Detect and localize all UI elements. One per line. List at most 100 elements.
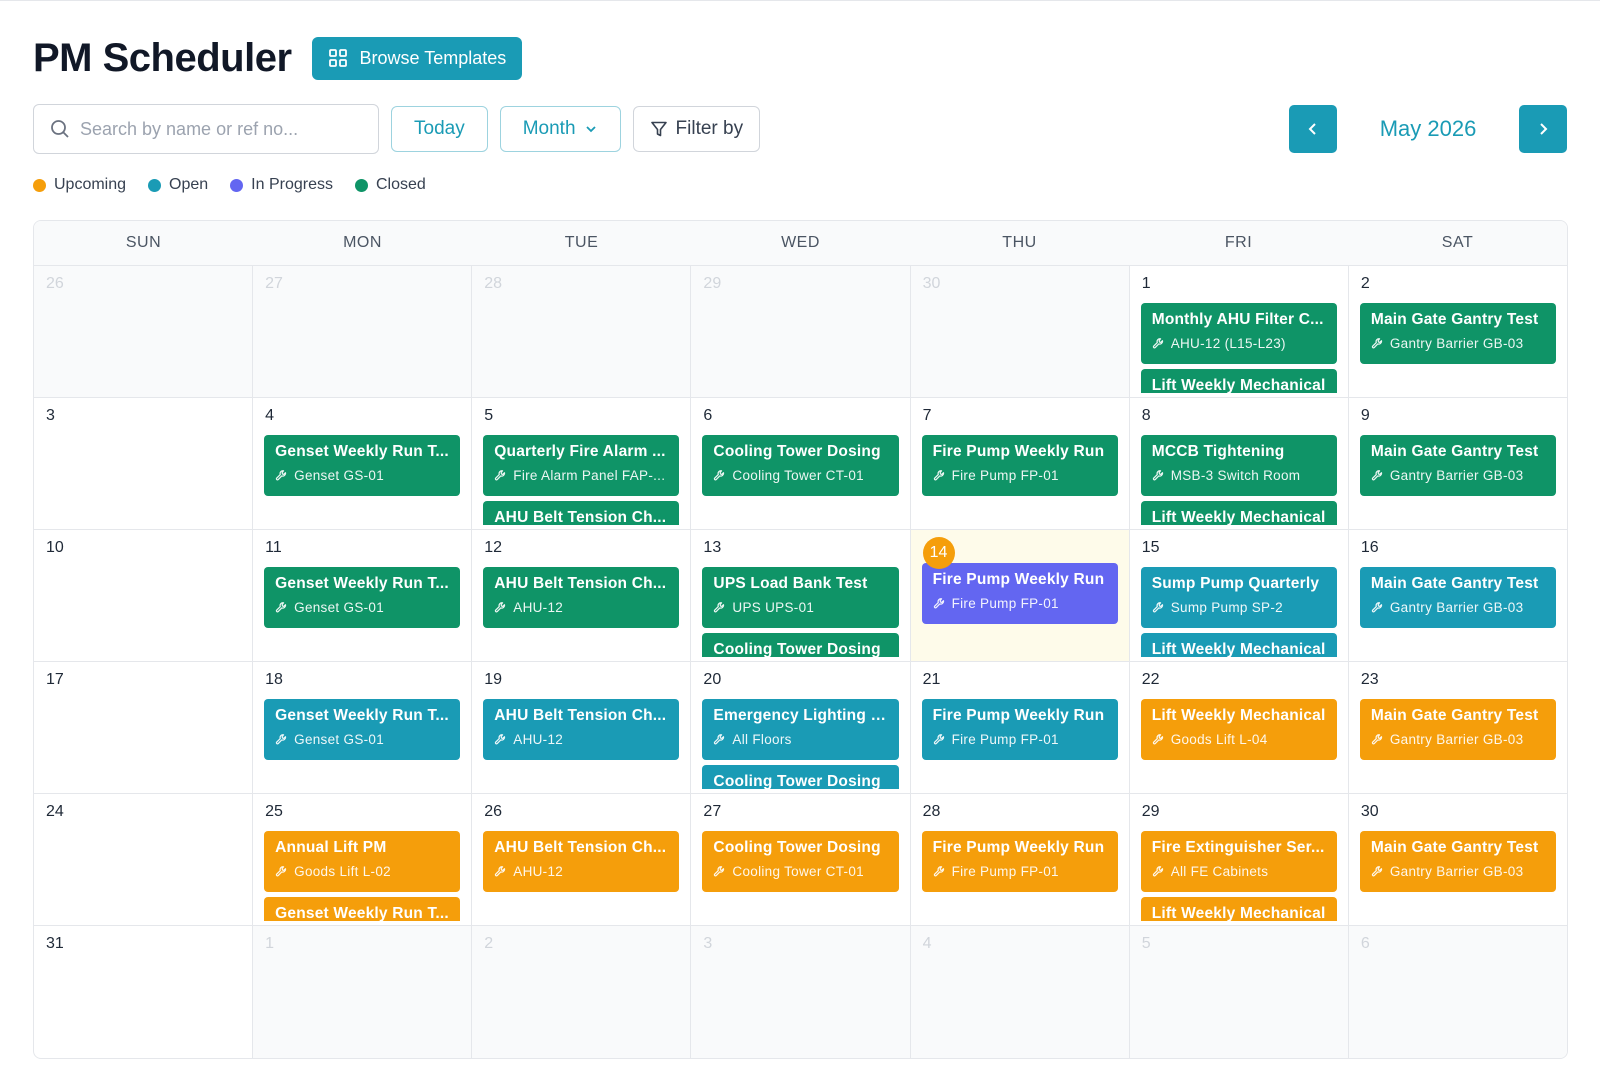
day-cell[interactable]: 22 Lift Weekly Mechanical Goods Lift L-04 [1130,662,1349,793]
event-card[interactable]: Genset Weekly Run T... [264,897,461,921]
day-cell[interactable]: 30 [910,266,1130,397]
event-asset: Goods Lift L-04 [1152,732,1326,747]
day-cell[interactable]: 2 Main Gate Gantry Test Gantry Barrier GB-… [1349,266,1567,397]
event-card[interactable]: Main Gate Gantry Test Gantry Barrier GB-0… [1359,435,1556,496]
day-cell[interactable]: 23 Main Gate Gantry Test Gantry Barrier GB… [1349,662,1567,793]
prev-month-button[interactable] [1289,105,1337,153]
event-card[interactable]: Lift Weekly Mechanical Goods Lift L-04 [1140,699,1337,760]
day-cell[interactable]: 4 Genset Weekly Run T... Genset GS-01 [253,398,473,529]
event-card[interactable]: Emergency Lighting T... All Floors [702,699,899,760]
wrench-icon [495,602,506,613]
event-asset-label: Gantry Barrier GB-03 [1389,600,1524,615]
day-number: 1 [1141,275,1151,292]
event-card[interactable]: Annual Lift PM Goods Lift L-02 [264,831,461,892]
event-asset: Gantry Barrier GB-03 [1371,600,1545,615]
event-asset-label: Genset GS-01 [294,468,385,483]
event-card[interactable]: Fire Extinguisher Ser... All FE Cabinets [1140,831,1337,892]
event-card[interactable]: Lift Weekly Mechanical [1140,501,1337,525]
day-cell[interactable]: 24 [34,794,254,925]
event-asset: Gantry Barrier GB-03 [1371,336,1545,351]
day-cell[interactable]: 8 MCCB Tightening MSB-3 Switch Room Lift We… [1130,398,1349,529]
event-card[interactable]: Main Gate Gantry Test Gantry Barrier GB-0… [1359,831,1556,892]
event-card[interactable]: Monthly AHU Filter C... AHU-12 (L15-L23) [1140,303,1337,364]
today-badge: 14 [922,537,955,569]
day-cell[interactable]: 26 [34,266,254,397]
search-input[interactable] [80,118,350,140]
day-cell[interactable]: 3 [691,926,911,1058]
day-cell[interactable]: 3 [34,398,254,529]
event-card[interactable]: Fire Pump Weekly Run Fire Pump FP-01 [921,435,1118,496]
day-cell[interactable]: 11 Genset Weekly Run T... Genset GS-01 [253,530,473,661]
day-cell[interactable]: 28 [472,266,692,397]
day-cell[interactable]: 5 Quarterly Fire Alarm ... Fire Alarm Pane… [472,398,692,529]
day-cell[interactable]: 28 Fire Pump Weekly Run Fire Pump FP-01 [911,794,1130,925]
day-cell[interactable]: 27 [253,266,473,397]
day-cell[interactable]: 26 AHU Belt Tension Ch... AHU-12 [472,794,692,925]
day-cell[interactable]: 19 AHU Belt Tension Ch... AHU-12 [472,662,692,793]
event-card[interactable]: MCCB Tightening MSB-3 Switch Room [1140,435,1337,496]
day-cell[interactable]: 13 UPS Load Bank Test UPS UPS-01 Cooling To… [691,530,911,661]
day-cell[interactable]: 1 [253,926,473,1058]
event-card[interactable]: Fire Pump Weekly Run Fire Pump FP-01 [921,831,1118,892]
day-cell[interactable]: 18 Genset Weekly Run T... Genset GS-01 [253,662,473,793]
day-cell[interactable]: 25 Annual Lift PM Goods Lift L-02 Genset We… [253,794,473,925]
event-card[interactable]: Fire Pump Weekly Run Fire Pump FP-01 [921,699,1118,760]
day-cell[interactable]: 30 Main Gate Gantry Test Gantry Barrier GB… [1349,794,1567,925]
event-title: Lift Weekly Mechanical [1151,641,1326,657]
event-title: Genset Weekly Run T... [275,575,449,592]
event-card[interactable]: Lift Weekly Mechanical [1140,369,1337,393]
event-card[interactable]: Main Gate Gantry Test Gantry Barrier GB-0… [1359,699,1556,760]
day-cell[interactable]: 20 Emergency Lighting T... All Floors Cooli… [691,662,911,793]
day-cell[interactable]: 29 Fire Extinguisher Ser... All FE Cabinet… [1130,794,1349,925]
day-cell[interactable]: 7 Fire Pump Weekly Run Fire Pump FP-01 [911,398,1130,529]
day-number: 27 [265,275,283,292]
event-card[interactable]: Genset Weekly Run T... Genset GS-01 [264,699,461,760]
event-card[interactable]: Quarterly Fire Alarm ... Fire Alarm Panel… [483,435,680,496]
event-card[interactable]: Main Gate Gantry Test Gantry Barrier GB-0… [1359,303,1556,364]
event-card[interactable]: Cooling Tower Dosing Cooling Tower CT-01 [702,435,899,496]
event-card[interactable]: Fire Pump Weekly Run Fire Pump FP-01 [921,563,1118,624]
day-cell[interactable]: 6 Cooling Tower Dosing Cooling Tower CT-01 [691,398,911,529]
day-cell[interactable]: 15 Sump Pump Quarterly Sump Pump SP-2 Lift … [1130,530,1349,661]
event-card[interactable]: AHU Belt Tension Ch... AHU-12 [483,831,680,892]
wrench-icon [714,734,725,745]
next-month-button[interactable] [1519,105,1567,153]
day-cell-today[interactable]: 14 Fire Pump Weekly Run Fire Pump FP-01 [910,530,1130,661]
event-card[interactable]: AHU Belt Tension Ch... AHU-12 [483,699,680,760]
event-card[interactable]: UPS Load Bank Test UPS UPS-01 [702,567,899,628]
day-cell[interactable]: 21 Fire Pump Weekly Run Fire Pump FP-01 [911,662,1130,793]
grid-icon [328,49,347,67]
event-card[interactable]: Sump Pump Quarterly Sump Pump SP-2 [1140,567,1337,628]
day-cell[interactable]: 29 [691,266,911,397]
event-card[interactable]: AHU Belt Tension Ch... [483,501,680,525]
today-button[interactable]: Today [391,106,488,152]
event-card[interactable]: Genset Weekly Run T... Genset GS-01 [264,567,461,628]
day-cell[interactable]: 2 [472,926,692,1058]
day-number: 18 [265,671,283,688]
search-box[interactable] [33,104,379,154]
day-cell[interactable]: 4 [910,926,1130,1058]
filter-button[interactable]: Filter by [632,106,761,152]
day-cell[interactable]: 16 Main Gate Gantry Test Gantry Barrier GB… [1349,530,1567,661]
day-cell[interactable]: 5 [1129,926,1349,1058]
month-navigator: May 2026 [1289,105,1567,153]
event-card[interactable]: Cooling Tower Dosing [702,633,899,657]
day-cell[interactable]: 9 Main Gate Gantry Test Gantry Barrier GB-… [1349,398,1567,529]
day-cell[interactable]: 12 AHU Belt Tension Ch... AHU-12 [472,530,692,661]
event-card[interactable]: Cooling Tower Dosing [702,765,899,789]
day-cell[interactable]: 1 Monthly AHU Filter C... AHU-12 (L15-L23)… [1130,266,1349,397]
day-cell[interactable]: 10 [34,530,254,661]
event-card[interactable]: Main Gate Gantry Test Gantry Barrier GB-0… [1359,567,1556,628]
event-card[interactable]: AHU Belt Tension Ch... AHU-12 [483,567,680,628]
day-cell[interactable]: 17 [34,662,254,793]
view-select[interactable]: Month [499,106,621,152]
event-card[interactable]: Lift Weekly Mechanical [1140,633,1337,657]
event-card[interactable]: Genset Weekly Run T... Genset GS-01 [264,435,461,496]
day-events: Cooling Tower Dosing Cooling Tower CT-01 [702,435,899,525]
event-card[interactable]: Lift Weekly Mechanical [1140,897,1337,921]
day-cell[interactable]: 27 Cooling Tower Dosing Cooling Tower CT-0… [691,794,911,925]
day-cell[interactable]: 6 [1348,926,1567,1058]
browse-templates-button[interactable]: Browse Templates [311,36,523,80]
event-card[interactable]: Cooling Tower Dosing Cooling Tower CT-01 [702,831,899,892]
day-cell[interactable]: 31 [34,926,254,1058]
